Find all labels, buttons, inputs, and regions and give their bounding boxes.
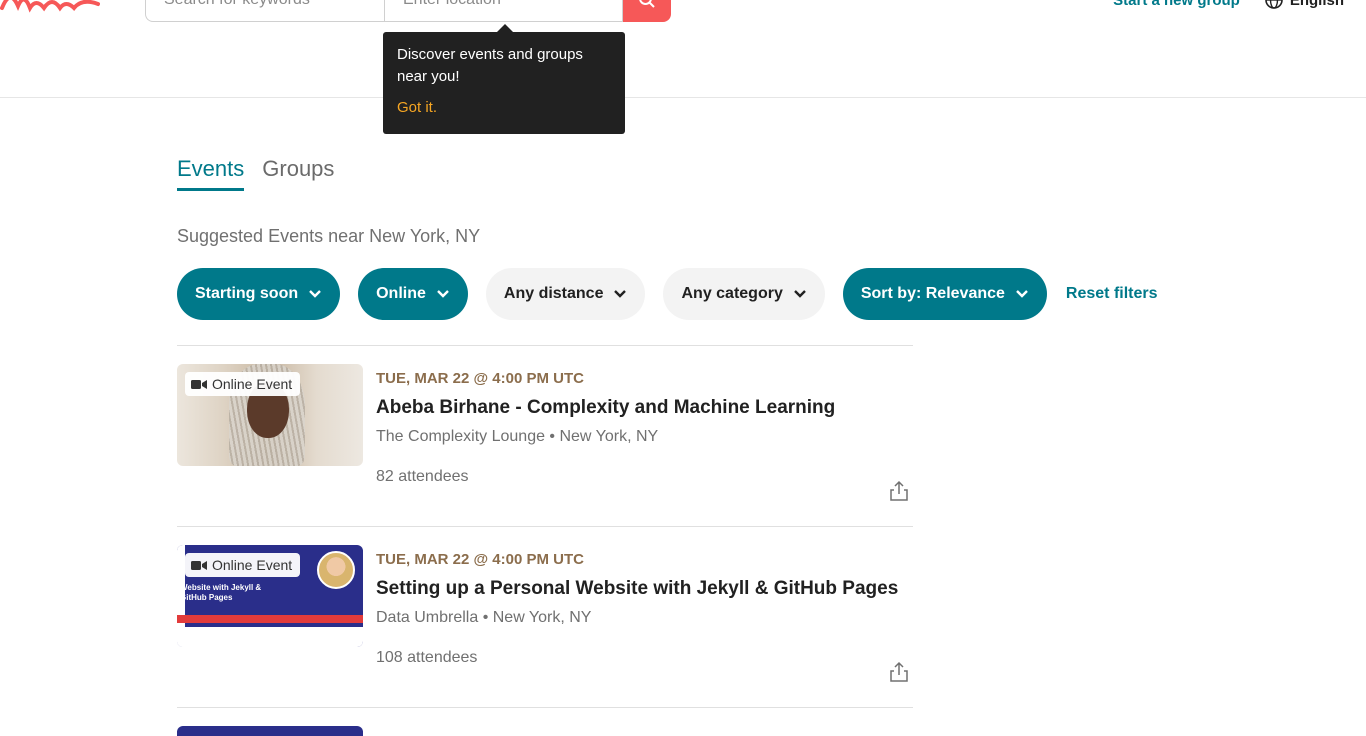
meetup-logo[interactable]	[0, 0, 100, 18]
event-title[interactable]: Setting up a Personal Website with Jekyl…	[376, 578, 898, 600]
chevron-down-icon	[437, 290, 449, 298]
badge-label: Online Event	[212, 557, 293, 573]
filter-label: Sort by: Relevance	[860, 285, 1005, 302]
location-input[interactable]: Enter location	[384, 0, 623, 22]
filter-label: Any category	[681, 285, 783, 302]
language-label: English	[1289, 0, 1344, 9]
online-event-badge: Online Event	[185, 372, 301, 396]
content-tabs: Events Groups	[177, 156, 334, 191]
globe-icon	[1265, 0, 1283, 9]
online-event-badge: Online Event	[185, 553, 301, 577]
event-title[interactable]: Abeba Birhane - Complexity and Machine L…	[376, 397, 835, 419]
keyword-search-input[interactable]: Search for keywords	[145, 0, 384, 22]
search-bar: Search for keywords Enter location	[145, 0, 671, 22]
thumbnail-text: Website with Jekyll & GitHub Pages	[180, 583, 262, 602]
filter-label: Starting soon	[195, 285, 299, 302]
tab-groups[interactable]: Groups	[262, 156, 334, 191]
event-card[interactable]: Website with Jekyll & GitHub Pages Onlin…	[177, 526, 913, 707]
share-icon[interactable]	[889, 661, 909, 683]
filter-any-distance[interactable]: Any distance	[485, 268, 646, 320]
filter-any-category[interactable]: Any category	[663, 268, 825, 320]
speaker-avatar	[317, 551, 355, 589]
event-group: The Complexity Lounge • New York, NY	[376, 428, 659, 445]
event-group: Data Umbrella • New York, NY	[376, 609, 592, 626]
search-button[interactable]	[623, 0, 671, 22]
share-icon[interactable]	[889, 480, 909, 502]
page-subtitle: Suggested Events near New York, NY	[177, 226, 481, 246]
event-thumbnail[interactable]: Online Event	[177, 364, 363, 466]
header-right-actions: Start a new group English	[1113, 0, 1344, 10]
filter-label: Any distance	[503, 285, 604, 302]
tooltip-message: Discover events and groups near you!	[397, 46, 583, 85]
chevron-down-icon	[794, 290, 806, 298]
event-date: TUE, MAR 22 @ 4:00 PM UTC	[376, 370, 584, 387]
got-it-button[interactable]: Got it.	[397, 97, 611, 119]
language-selector[interactable]: English	[1264, 0, 1344, 10]
event-attendees: 82 attendees	[376, 468, 469, 485]
filter-starting-soon[interactable]: Starting soon	[177, 268, 341, 320]
badge-label: Online Event	[212, 376, 293, 392]
event-date: TUE, MAR 22 @ 4:00 PM UTC	[376, 551, 584, 568]
tab-events[interactable]: Events	[177, 156, 245, 191]
chevron-down-icon	[1016, 290, 1028, 298]
video-camera-icon	[191, 379, 207, 389]
top-header: Search for keywords Enter location Start…	[0, 0, 1366, 98]
search-icon	[639, 0, 655, 8]
video-camera-icon	[191, 560, 207, 570]
start-new-group-link[interactable]: Start a new group	[1113, 0, 1240, 9]
reset-filters-link[interactable]: Reset filters	[1066, 285, 1158, 303]
filter-sort-by[interactable]: Sort by: Relevance	[842, 268, 1047, 320]
event-list: Online Event TUE, MAR 22 @ 4:00 PM UTC A…	[177, 345, 913, 707]
discover-tooltip: Discover events and groups near you! Got…	[383, 24, 625, 134]
event-thumbnail[interactable]: Website with Jekyll & GitHub Pages Onlin…	[177, 545, 363, 647]
filter-bar: Starting soon Online Any distance Any ca…	[177, 268, 1158, 320]
event-card[interactable]: Online Event TUE, MAR 22 @ 4:00 PM UTC A…	[177, 345, 913, 526]
filter-label: Online	[376, 285, 426, 302]
chevron-down-icon	[309, 290, 321, 298]
event-attendees: 108 attendees	[376, 649, 478, 666]
chevron-down-icon	[614, 290, 627, 298]
event-card[interactable]	[177, 707, 913, 736]
filter-online[interactable]: Online	[358, 268, 468, 320]
